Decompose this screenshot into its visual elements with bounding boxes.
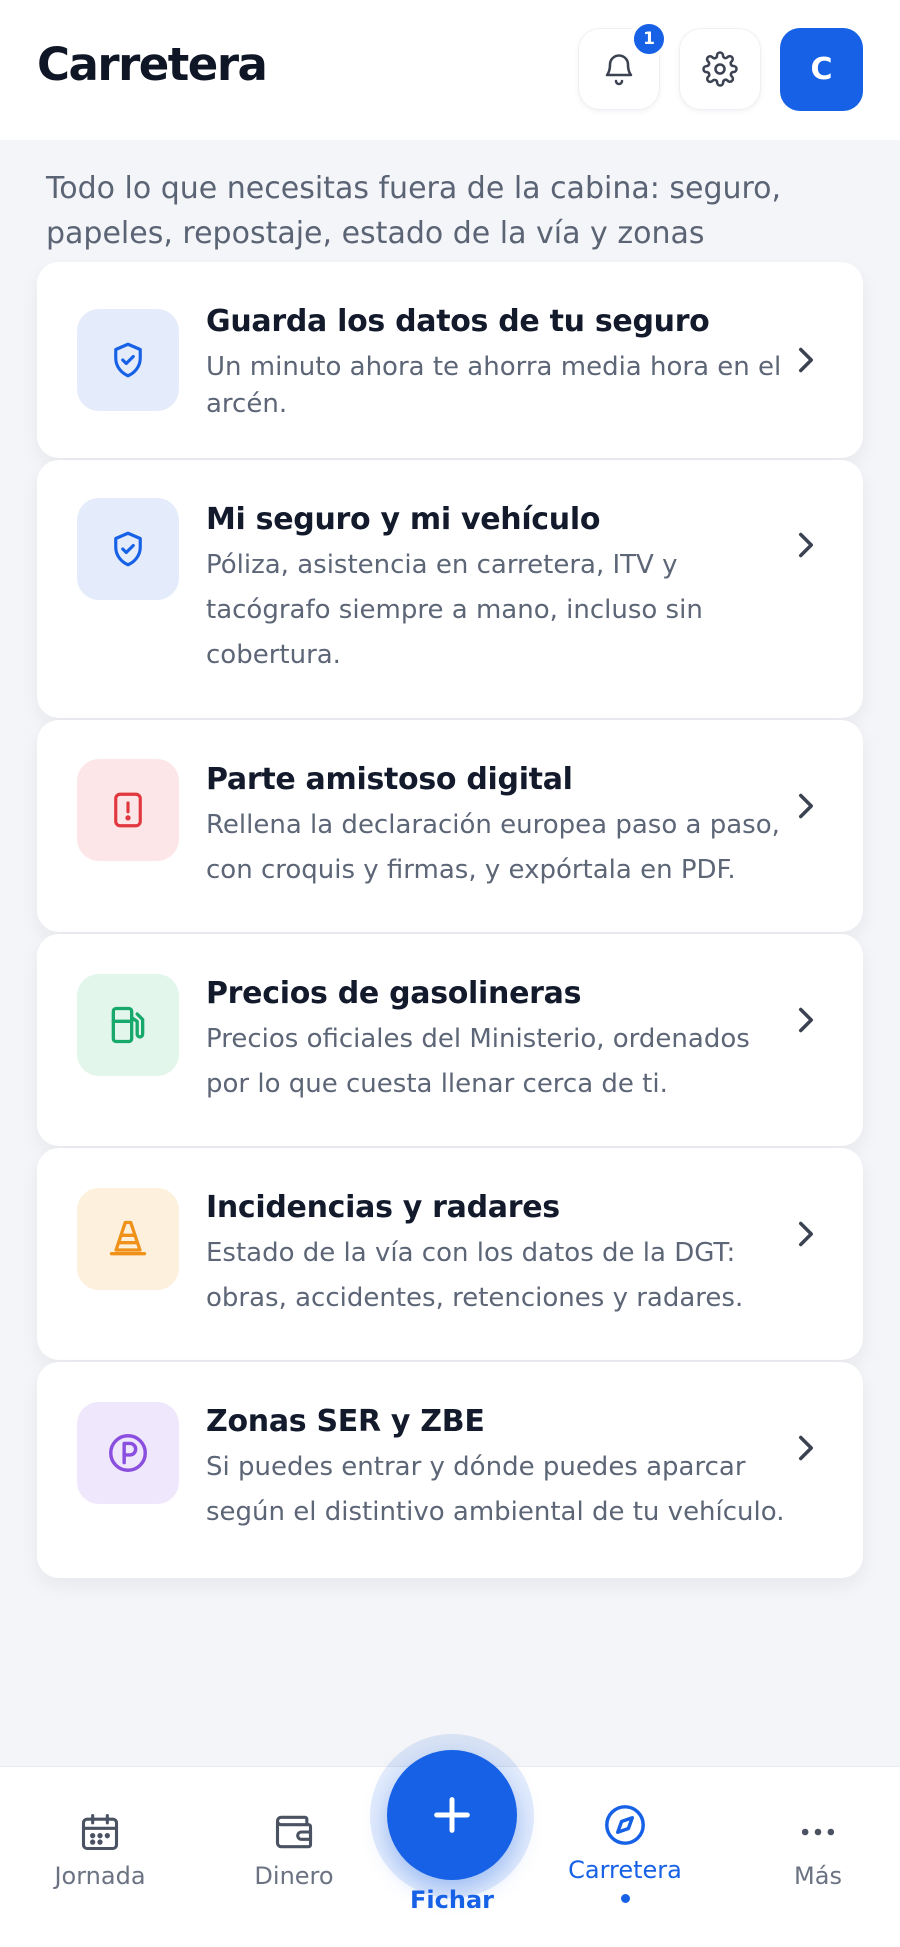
fichar-label: Fichar bbox=[410, 1886, 494, 1914]
nav-item-mas[interactable]: Más bbox=[788, 1810, 848, 1890]
card-description: Si puedes entrar y dónde puedes aparcar … bbox=[206, 1452, 785, 1527]
settings-button[interactable] bbox=[679, 28, 761, 110]
card-description: Rellena la declaración europea paso a pa… bbox=[206, 810, 780, 885]
traffic-cone-icon bbox=[109, 1220, 147, 1256]
more-dots-icon bbox=[801, 1828, 835, 1836]
chevron-right-icon bbox=[791, 530, 821, 560]
card-icon-tile bbox=[77, 498, 179, 600]
nav-label: Dinero bbox=[254, 1862, 334, 1890]
gear-icon bbox=[702, 51, 738, 87]
chevron-right-icon bbox=[791, 1005, 821, 1035]
card-title: Precios de gasolineras bbox=[206, 976, 582, 1011]
card-icon-tile bbox=[77, 759, 179, 861]
active-indicator bbox=[620, 1894, 630, 1903]
card-fuel-prices[interactable]: Precios de gasolineras Precios oficiales… bbox=[37, 934, 863, 1146]
card-title: Parte amistoso digital bbox=[206, 762, 573, 797]
card-parking-zones[interactable]: Zonas SER y ZBE Si puedes entrar y dónde… bbox=[37, 1362, 863, 1578]
card-insurance-data[interactable]: Guarda los datos de tu seguro Un minuto … bbox=[37, 262, 863, 458]
card-title: Guarda los datos de tu seguro bbox=[206, 304, 710, 339]
page-title: Carretera bbox=[37, 38, 268, 91]
chevron-right-icon bbox=[791, 1219, 821, 1249]
nav-label: Carretera bbox=[568, 1856, 682, 1884]
nav-item-dinero[interactable]: Dinero bbox=[248, 1810, 340, 1890]
card-my-insurance-vehicle[interactable]: Mi seguro y mi vehículo Póliza, asistenc… bbox=[37, 460, 863, 718]
card-description: Un minuto ahora te ahorra media hora en … bbox=[206, 352, 782, 419]
card-title: Incidencias y radares bbox=[206, 1190, 560, 1225]
card-title: Zonas SER y ZBE bbox=[206, 1404, 485, 1439]
plus-icon bbox=[434, 1797, 470, 1833]
card-description: Precios oficiales del Ministerio, ordena… bbox=[206, 1024, 750, 1099]
avatar[interactable]: C bbox=[780, 28, 863, 111]
top-header: Carretera 1 C bbox=[0, 0, 900, 140]
notification-badge: 1 bbox=[630, 20, 668, 58]
parking-icon bbox=[109, 1434, 147, 1472]
card-description: Estado de la vía con los datos de la DGT… bbox=[206, 1238, 744, 1313]
fuel-pump-icon bbox=[111, 1006, 145, 1044]
nav-item-jornada[interactable]: Jornada bbox=[48, 1810, 152, 1890]
nav-item-carretera[interactable]: Carretera bbox=[560, 1802, 690, 1903]
alert-document-icon bbox=[114, 792, 142, 828]
chevron-right-icon bbox=[791, 1433, 821, 1463]
card-incidents-radars[interactable]: Incidencias y radares Estado de la vía c… bbox=[37, 1148, 863, 1360]
card-accident-report[interactable]: Parte amistoso digital Rellena la declar… bbox=[37, 720, 863, 932]
shield-check-icon bbox=[114, 342, 142, 378]
wallet-icon bbox=[275, 1815, 313, 1849]
calendar-icon bbox=[81, 1813, 119, 1851]
nav-label: Jornada bbox=[54, 1862, 146, 1890]
card-description: Póliza, asistencia en carretera, ITV y t… bbox=[206, 550, 703, 670]
chevron-right-icon bbox=[791, 345, 821, 375]
compass-icon bbox=[605, 1805, 645, 1845]
card-icon-tile bbox=[77, 974, 179, 1076]
card-icon-tile bbox=[77, 1188, 179, 1290]
card-title: Mi seguro y mi vehículo bbox=[206, 502, 601, 537]
bell-icon bbox=[605, 54, 633, 86]
chevron-right-icon bbox=[791, 791, 821, 821]
nav-label: Más bbox=[794, 1862, 842, 1890]
shield-check-icon bbox=[114, 531, 142, 567]
card-icon-tile bbox=[77, 309, 179, 411]
fichar-button[interactable] bbox=[387, 1750, 517, 1880]
card-icon-tile bbox=[77, 1402, 179, 1504]
